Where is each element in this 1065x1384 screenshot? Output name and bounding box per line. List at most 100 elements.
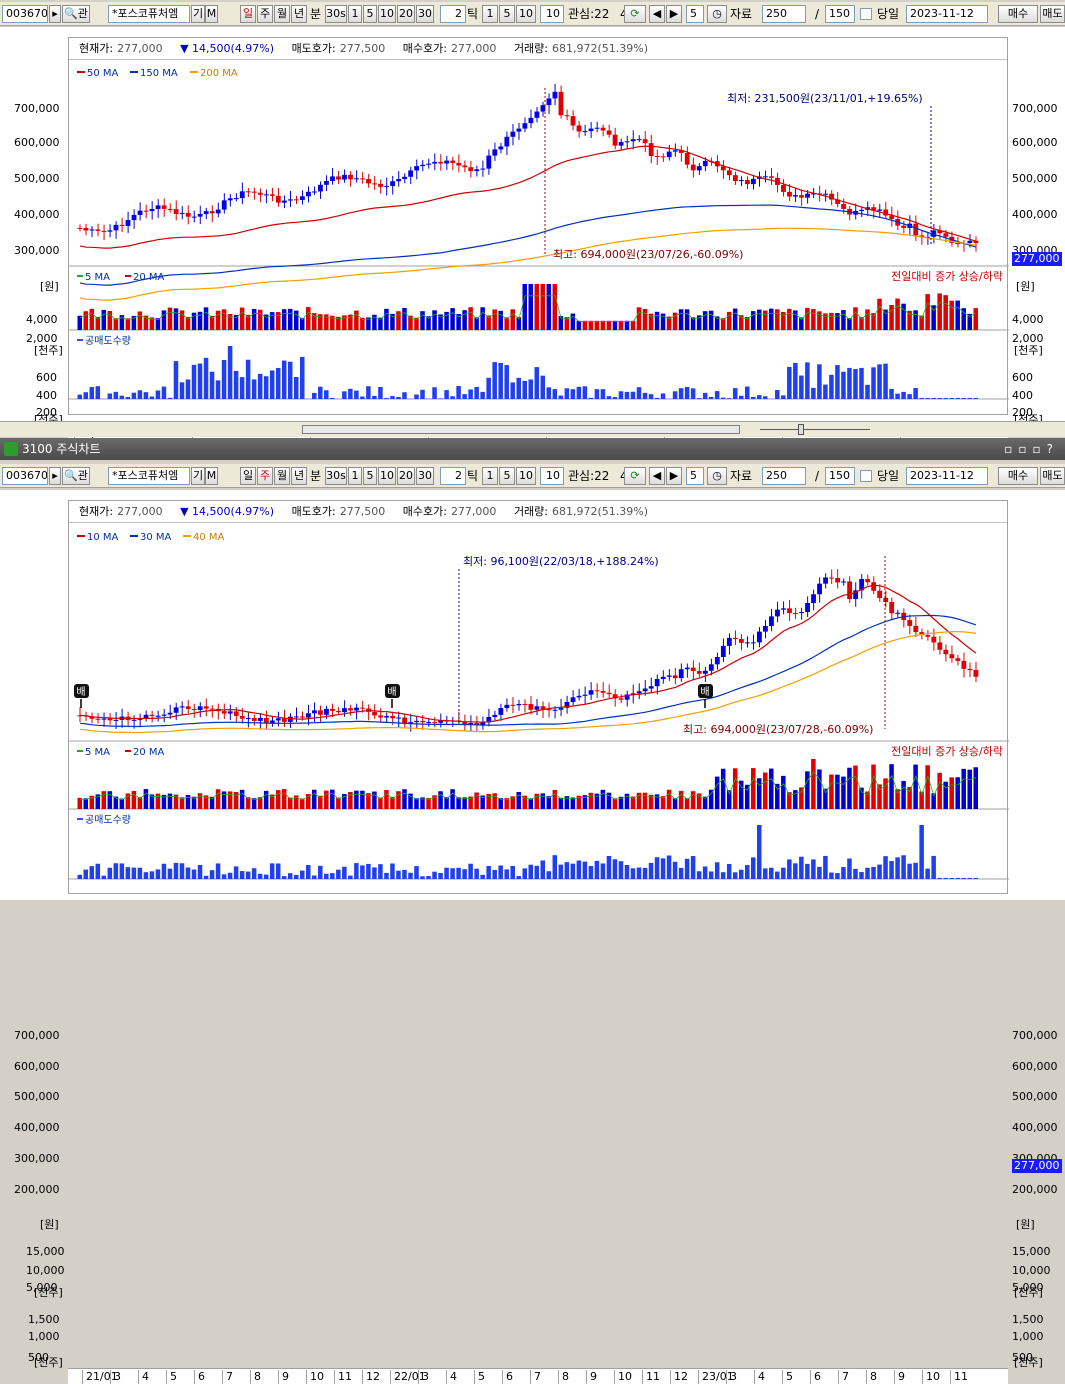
period-week-2[interactable]: 주 — [257, 467, 273, 485]
search-button-2[interactable]: 🔍관 — [62, 467, 90, 485]
clock-button[interactable]: ◷ — [707, 5, 727, 23]
volume-bar — [961, 769, 966, 809]
volume-bar — [132, 791, 137, 809]
short-volume-bar — [559, 396, 564, 399]
candle-body — [498, 708, 503, 715]
num-20[interactable]: 20 — [397, 5, 415, 23]
dropdown-arrow-icon[interactable]: ▸ — [49, 5, 61, 23]
num-20-2[interactable]: 20 — [397, 467, 415, 485]
sell-button-2[interactable]: 매도 — [1040, 467, 1065, 485]
m-button[interactable]: M — [205, 5, 218, 23]
zoom-slider-track[interactable] — [760, 429, 870, 430]
zoom-slider-thumb[interactable] — [798, 424, 804, 435]
data-count-select[interactable]: 250 — [762, 5, 806, 23]
bottom-chart-svg[interactable]: 10 MA30 MA40 MA최저: 96,100원(22/03/18,+188… — [69, 501, 1009, 895]
tick-1-2[interactable]: 1 — [482, 467, 498, 485]
period-minute-2[interactable]: 분 — [310, 467, 321, 485]
prev-button[interactable]: ◀ — [649, 5, 665, 23]
stock-name-field[interactable]: *포스코퓨처엠 — [108, 5, 190, 23]
tick-count-input-2[interactable]: 2 — [440, 467, 466, 485]
candle-body — [246, 191, 251, 192]
refresh-button[interactable]: ⟳ — [624, 5, 646, 23]
volume-bar — [619, 321, 624, 330]
price-unit-right: [원] — [1016, 1216, 1035, 1232]
short-volume-bar — [763, 396, 768, 399]
candle-body — [901, 226, 906, 228]
ten-input[interactable]: 10 — [540, 5, 564, 23]
short-volume-bar — [751, 397, 756, 399]
dropdown-arrow-icon[interactable]: ▸ — [49, 467, 61, 485]
gi-button[interactable]: 기 — [191, 5, 205, 23]
short-volume-bar — [703, 866, 708, 879]
top-chart-svg[interactable]: 50 MA150 MA200 MA최저: 231,500원(23/11/01,+… — [69, 38, 1009, 416]
num-1[interactable]: 1 — [348, 5, 362, 23]
date-select-2[interactable]: 2023-11-12 — [906, 467, 988, 485]
minute-select-2[interactable]: 30s — [325, 467, 347, 485]
m-button-2[interactable]: M — [205, 467, 218, 485]
minute-select[interactable]: 30s — [325, 5, 347, 23]
tick-count-input[interactable]: 2 — [440, 5, 466, 23]
period-year-2[interactable]: 년 — [291, 467, 307, 485]
search-button[interactable]: 🔍관 — [62, 5, 90, 23]
current-price-tag: 277,000 — [1012, 252, 1062, 266]
refresh-button-2[interactable]: ⟳ — [624, 467, 646, 485]
x-axis-label: 4 — [138, 1370, 149, 1384]
clock-button-2[interactable]: ◷ — [707, 467, 727, 485]
num-1-2[interactable]: 1 — [348, 467, 362, 485]
sell-button[interactable]: 매도 — [1040, 5, 1065, 23]
same-day-checkbox-2[interactable] — [860, 470, 872, 482]
window-controls[interactable]: ▫▫▫? — [1004, 438, 1059, 460]
tick-5[interactable]: 5 — [499, 5, 515, 23]
stock-code-input[interactable]: 003670 — [2, 5, 48, 23]
candle-body — [781, 608, 786, 609]
step-input[interactable]: 5 — [686, 5, 704, 23]
date-select[interactable]: 2023-11-12 — [906, 5, 988, 23]
price-tick-right: 500,000 — [1012, 1090, 1058, 1103]
period-week[interactable]: 주 — [257, 5, 273, 23]
period-year[interactable]: 년 — [291, 5, 307, 23]
scroll-thumb[interactable] — [302, 425, 740, 434]
num-10-2[interactable]: 10 — [378, 467, 396, 485]
prev-button-2[interactable]: ◀ — [649, 467, 665, 485]
short-volume-bar — [78, 395, 83, 399]
total-input-2[interactable]: 150 — [825, 467, 855, 485]
buy-signal-label: 배 — [387, 686, 396, 698]
buy-button[interactable]: 매수 — [998, 5, 1038, 23]
num-30-2[interactable]: 30 — [416, 467, 434, 485]
total-input[interactable]: 150 — [825, 5, 855, 23]
candle-body — [667, 675, 672, 676]
num-30[interactable]: 30 — [416, 5, 434, 23]
short-volume-bar — [673, 391, 678, 399]
tick-5-2[interactable]: 5 — [499, 467, 515, 485]
tick-10[interactable]: 10 — [516, 5, 536, 23]
period-day-2[interactable]: 일 — [240, 467, 256, 485]
tick-10-2[interactable]: 10 — [516, 467, 536, 485]
next-button[interactable]: ▶ — [666, 5, 682, 23]
short-volume-bar — [144, 392, 149, 399]
data-count-select-2[interactable]: 250 — [762, 467, 806, 485]
search-icon: 🔍 — [64, 7, 78, 20]
next-button-2[interactable]: ▶ — [666, 467, 682, 485]
gi-button-2[interactable]: 기 — [191, 467, 205, 485]
short-volume-bar — [198, 865, 203, 879]
num-10[interactable]: 10 — [378, 5, 396, 23]
short-volume-bar — [565, 388, 570, 399]
stock-code-input-2[interactable]: 003670 — [2, 467, 48, 485]
stock-name-field-2[interactable]: *포스코퓨처엠 — [108, 467, 190, 485]
num-5[interactable]: 5 — [363, 5, 377, 23]
num-5-2[interactable]: 5 — [363, 467, 377, 485]
buy-button-2[interactable]: 매수 — [998, 467, 1038, 485]
step-input-2[interactable]: 5 — [686, 467, 704, 485]
period-day[interactable]: 일 — [240, 5, 256, 23]
short-volume-bar — [679, 868, 684, 879]
period-month-2[interactable]: 월 — [274, 467, 290, 485]
chart-scrollbar[interactable] — [0, 421, 1065, 437]
tick-1[interactable]: 1 — [482, 5, 498, 23]
volume-tick-left: 4,000 — [26, 313, 58, 326]
period-minute[interactable]: 분 — [310, 5, 321, 23]
period-month[interactable]: 월 — [274, 5, 290, 23]
short-volume-bar — [306, 865, 311, 879]
candle-body — [258, 193, 263, 195]
ten-input-2[interactable]: 10 — [540, 467, 564, 485]
same-day-checkbox[interactable] — [860, 8, 872, 20]
